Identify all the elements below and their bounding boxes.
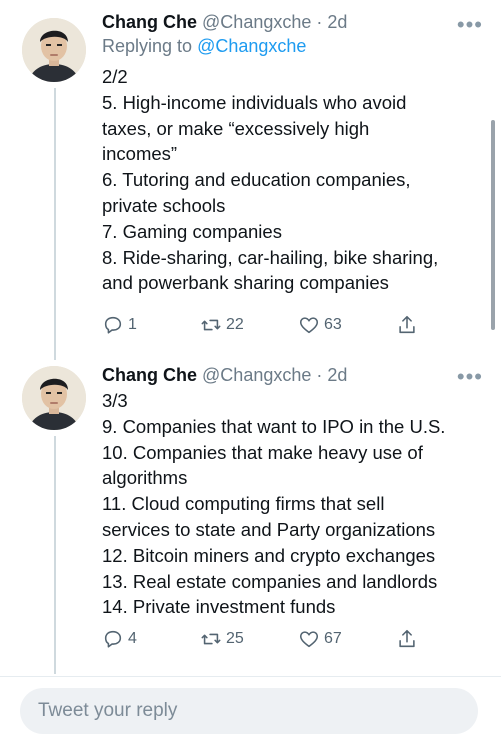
tweet-line: 5. High-income individuals who avoid (102, 91, 407, 113)
tweet[interactable]: Chang Che @Changxche · 2d 3/3 9. Compani… (0, 360, 501, 676)
tweet-line: services to state and Party organization… (102, 518, 436, 540)
separator: · (316, 365, 323, 385)
tweet-line: 2/2 (102, 66, 128, 87)
tweet-line: 13. Real estate companies and landlords (102, 570, 438, 592)
share-icon (399, 629, 415, 648)
reply-icon (104, 630, 122, 648)
tweet-line: and powerbank sharing companies (102, 272, 389, 294)
avatar-image (22, 366, 86, 430)
replying-to-label: Replying to (102, 36, 193, 56)
reply-button[interactable]: 1 (102, 314, 137, 336)
share-icon (399, 315, 415, 334)
tweet-line: incomes” (102, 143, 178, 165)
more-icon[interactable]: ••• (457, 14, 483, 36)
tweet-line: 9. Companies that want to IPO in the U.S… (102, 415, 446, 437)
retweet-icon (201, 633, 221, 645)
tweet-text: 2/2 5. High-income individuals who avoid… (102, 64, 487, 296)
reply-count: 1 (128, 316, 137, 333)
share-button[interactable] (396, 628, 418, 650)
avatar[interactable] (22, 18, 86, 82)
retweet-icon (201, 319, 221, 331)
replying-to: Replying to @Changxche (102, 34, 487, 58)
reply-button[interactable]: 4 (102, 628, 137, 650)
like-button[interactable]: 63 (298, 314, 342, 336)
divider (0, 676, 501, 677)
share-button[interactable] (396, 314, 418, 336)
avatar[interactable] (22, 366, 86, 430)
tweet-line: algorithms (102, 467, 188, 489)
tweet-line: private schools (102, 194, 226, 216)
like-count: 67 (324, 630, 342, 647)
tweet-line: taxes, or make “excessively high (102, 117, 370, 139)
author-name[interactable]: Chang Che (102, 365, 197, 385)
tweet-line: 6. Tutoring and education companies, (102, 169, 411, 191)
reply-input[interactable] (20, 699, 460, 723)
tweet-line: 7. Gaming companies (102, 220, 282, 242)
replying-to-mention[interactable]: @Changxche (197, 36, 306, 56)
retweet-count: 22 (226, 316, 244, 333)
heart-icon (299, 631, 319, 648)
tweet-header: Chang Che @Changxche · 2d (102, 363, 487, 387)
like-count: 63 (324, 316, 342, 333)
tweet-text: 3/3 9. Companies that want to IPO in the… (102, 388, 487, 620)
tweet-line: 11. Cloud computing firms that sell (102, 493, 385, 515)
tweet-line: 3/3 (102, 390, 128, 411)
timestamp[interactable]: 2d (327, 365, 347, 385)
tweet-line: 12. Bitcoin miners and crypto exchanges (102, 544, 436, 566)
author-handle[interactable]: @Changxche (202, 12, 311, 32)
retweet-button[interactable]: 25 (200, 628, 244, 650)
heart-icon (299, 317, 319, 334)
retweet-count: 25 (226, 630, 244, 647)
tweet-line: 8. Ride-sharing, car-hailing, bike shari… (102, 246, 439, 268)
author-handle[interactable]: @Changxche (202, 365, 311, 385)
author-name[interactable]: Chang Che (102, 12, 197, 32)
more-icon[interactable]: ••• (457, 366, 483, 388)
tweet[interactable]: Chang Che @Changxche · 2d Replying to @C… (0, 0, 501, 360)
separator: · (316, 12, 323, 32)
avatar-image (22, 18, 86, 82)
tweet-line: 14. Private investment funds (102, 596, 336, 618)
tweet-header: Chang Che @Changxche · 2d (102, 10, 487, 34)
like-button[interactable]: 67 (298, 628, 342, 650)
reply-count: 4 (128, 630, 137, 647)
tweet-line: 10. Companies that make heavy use of (102, 441, 423, 463)
timestamp[interactable]: 2d (327, 12, 347, 32)
reply-icon (104, 316, 122, 334)
retweet-button[interactable]: 22 (200, 314, 244, 336)
reply-composer[interactable] (20, 688, 478, 734)
